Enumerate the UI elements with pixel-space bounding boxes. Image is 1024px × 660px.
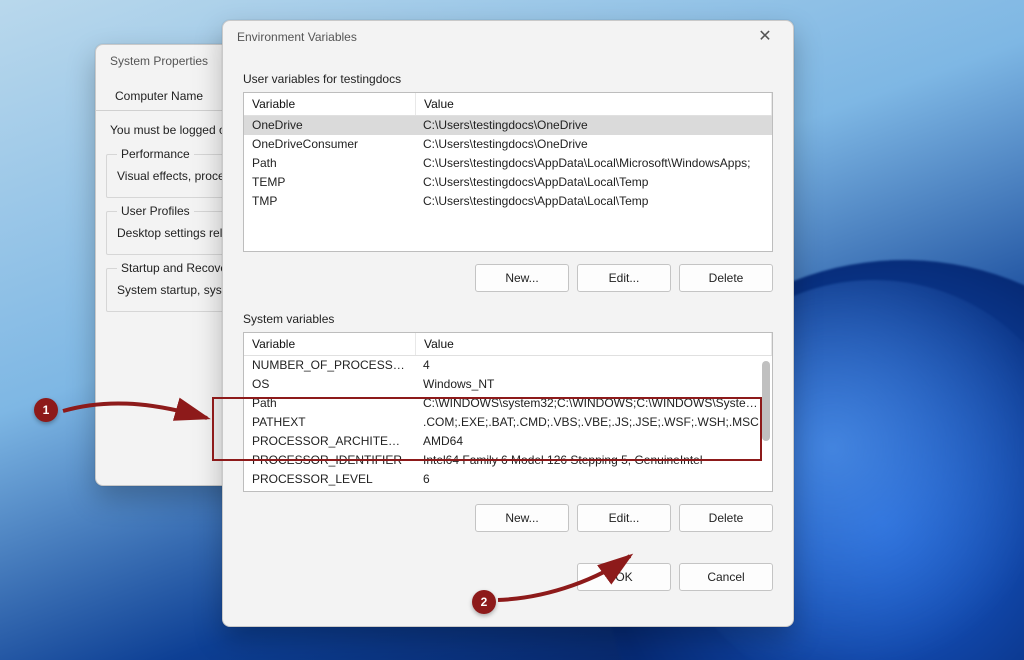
ok-button[interactable]: OK bbox=[577, 563, 671, 591]
list-item[interactable]: TEMP C:\Users\testingdocs\AppData\Local\… bbox=[244, 173, 772, 192]
cell-val: Intel64 Family 6 Model 126 Stepping 5, G… bbox=[415, 451, 772, 470]
user-edit-button[interactable]: Edit... bbox=[577, 264, 671, 292]
annotation-badge-2-text: 2 bbox=[481, 595, 488, 609]
list-item[interactable]: PROCESSOR_REVISION 7e05 bbox=[244, 489, 772, 492]
cell-var: TMP bbox=[244, 192, 415, 211]
cell-var: OneDriveConsumer bbox=[244, 135, 415, 154]
list-item[interactable]: PROCESSOR_LEVEL 6 bbox=[244, 470, 772, 489]
user-variables-label: User variables for testingdocs bbox=[243, 72, 773, 86]
list-item[interactable]: PROCESSOR_IDENTIFIER Intel64 Family 6 Mo… bbox=[244, 451, 772, 470]
cell-var: PROCESSOR_ARCHITECTURE bbox=[244, 432, 415, 451]
cell-val: C:\Users\testingdocs\AppData\Local\Temp bbox=[415, 192, 772, 211]
list-item[interactable]: PATHEXT .COM;.EXE;.BAT;.CMD;.VBS;.VBE;.J… bbox=[244, 413, 772, 432]
cancel-button[interactable]: Cancel bbox=[679, 563, 773, 591]
cell-var: TEMP bbox=[244, 173, 415, 192]
system-variables-list[interactable]: Variable Value NUMBER_OF_PROCESSORS 4 OS… bbox=[243, 332, 773, 492]
cell-var: PROCESSOR_LEVEL bbox=[244, 470, 415, 489]
list-item[interactable]: OS Windows_NT bbox=[244, 375, 772, 394]
list-item[interactable]: OneDriveConsumer C:\Users\testingdocs\On… bbox=[244, 135, 772, 154]
list-item[interactable]: PROCESSOR_ARCHITECTURE AMD64 bbox=[244, 432, 772, 451]
cell-var: NUMBER_OF_PROCESSORS bbox=[244, 356, 415, 375]
cell-val: C:\WINDOWS\system32;C:\WINDOWS;C:\WINDOW… bbox=[415, 394, 772, 413]
col-variable[interactable]: Variable bbox=[244, 93, 416, 115]
cell-var: OS bbox=[244, 375, 415, 394]
cell-val: 7e05 bbox=[415, 489, 772, 492]
system-variables-label: System variables bbox=[243, 312, 773, 326]
list-item[interactable]: OneDrive C:\Users\testingdocs\OneDrive bbox=[244, 116, 772, 135]
user-variables-list[interactable]: Variable Value OneDrive C:\Users\testing… bbox=[243, 92, 773, 252]
cell-var: PROCESSOR_IDENTIFIER bbox=[244, 451, 415, 470]
cell-val: Windows_NT bbox=[415, 375, 772, 394]
cell-val: C:\Users\testingdocs\AppData\Local\Temp bbox=[415, 173, 772, 192]
col-variable[interactable]: Variable bbox=[244, 333, 416, 355]
cell-var: PATHEXT bbox=[244, 413, 415, 432]
cell-val: .COM;.EXE;.BAT;.CMD;.VBS;.VBE;.JS;.JSE;.… bbox=[415, 413, 772, 432]
annotation-badge-1: 1 bbox=[34, 398, 58, 422]
user-vars-button-row: New... Edit... Delete bbox=[243, 252, 773, 312]
user-profiles-legend: User Profiles bbox=[117, 204, 194, 218]
cell-val: C:\Users\testingdocs\OneDrive bbox=[415, 135, 772, 154]
cell-val: C:\Users\testingdocs\OneDrive bbox=[415, 116, 772, 135]
close-icon[interactable]: ✕ bbox=[751, 29, 779, 45]
environment-variables-window: Environment Variables ✕ User variables f… bbox=[222, 20, 794, 627]
annotation-badge-2: 2 bbox=[472, 590, 496, 614]
cell-var: Path bbox=[244, 394, 415, 413]
list-item[interactable]: TMP C:\Users\testingdocs\AppData\Local\T… bbox=[244, 192, 772, 211]
scrollbar-thumb[interactable] bbox=[762, 361, 770, 441]
user-new-button[interactable]: New... bbox=[475, 264, 569, 292]
user-delete-button[interactable]: Delete bbox=[679, 264, 773, 292]
cell-val: 6 bbox=[415, 470, 772, 489]
cell-val: 4 bbox=[415, 356, 772, 375]
sys-list-header[interactable]: Variable Value bbox=[244, 333, 772, 356]
list-item[interactable]: Path C:\Users\testingdocs\AppData\Local\… bbox=[244, 154, 772, 173]
list-item[interactable]: Path C:\WINDOWS\system32;C:\WINDOWS;C:\W… bbox=[244, 394, 772, 413]
env-title: Environment Variables bbox=[237, 30, 751, 44]
sys-edit-button[interactable]: Edit... bbox=[577, 504, 671, 532]
performance-legend: Performance bbox=[117, 147, 194, 161]
user-list-header[interactable]: Variable Value bbox=[244, 93, 772, 116]
sys-new-button[interactable]: New... bbox=[475, 504, 569, 532]
cell-var: OneDrive bbox=[244, 116, 415, 135]
cell-var: Path bbox=[244, 154, 415, 173]
env-titlebar[interactable]: Environment Variables ✕ bbox=[223, 21, 793, 54]
sys-delete-button[interactable]: Delete bbox=[679, 504, 773, 532]
col-value[interactable]: Value bbox=[416, 93, 772, 115]
cell-var: PROCESSOR_REVISION bbox=[244, 489, 415, 492]
annotation-badge-1-text: 1 bbox=[43, 403, 50, 417]
cell-val: AMD64 bbox=[415, 432, 772, 451]
sys-vars-button-row: New... Edit... Delete bbox=[243, 492, 773, 552]
tab-computer-name[interactable]: Computer Name bbox=[104, 84, 214, 110]
list-item[interactable]: NUMBER_OF_PROCESSORS 4 bbox=[244, 356, 772, 375]
col-value[interactable]: Value bbox=[416, 333, 772, 355]
cell-val: C:\Users\testingdocs\AppData\Local\Micro… bbox=[415, 154, 772, 173]
dialog-footer-buttons: OK Cancel bbox=[243, 556, 773, 591]
